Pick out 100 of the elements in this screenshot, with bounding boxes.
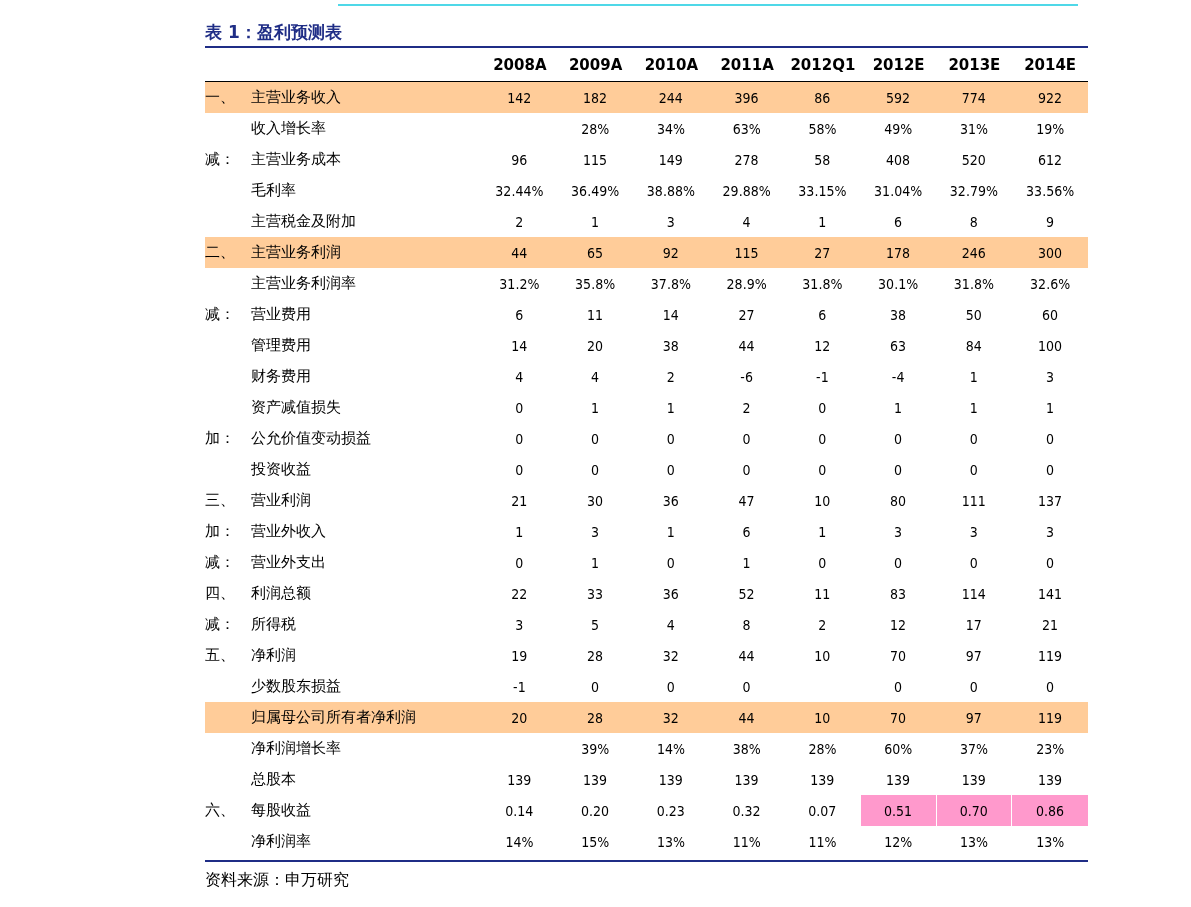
table-cell-text: 15%: [580, 832, 611, 852]
table-cell-text: 0: [514, 398, 525, 418]
table-cell-text: 10: [813, 708, 832, 728]
row-label: 净利润: [251, 645, 297, 666]
table-cell-text: 4: [741, 212, 752, 232]
table-cell-text: 6: [817, 305, 828, 325]
table-cell-text: 115: [582, 150, 609, 170]
table-cell-text: 0: [741, 460, 752, 480]
table-cell-text: 3: [1045, 522, 1056, 542]
table-cell-text: 592: [885, 88, 912, 108]
table-cell-text: 2: [817, 615, 828, 635]
table-cell-text: 0: [514, 429, 525, 449]
table-cell-text: 28%: [580, 119, 611, 139]
column-header: 2008A: [492, 54, 548, 76]
table-cell-text: 70: [889, 646, 908, 666]
table-cell-text: 0: [817, 429, 828, 449]
table-cell-text: 0.32: [731, 801, 762, 821]
table-cell-text: 119: [1037, 708, 1064, 728]
table-cell-text: 0: [590, 677, 601, 697]
table-cell-text: 10: [813, 646, 832, 666]
table-cell-text: 0: [1045, 460, 1056, 480]
table-cell-text: 0: [1045, 429, 1056, 449]
row-label: 净利润增长率: [251, 738, 342, 759]
row-label: 净利润率: [251, 831, 312, 852]
table-cell-text: 20: [586, 336, 605, 356]
column-header: 2011A: [719, 54, 775, 76]
table-cell-text: 32: [661, 708, 680, 728]
table-cell-text: 1: [590, 212, 601, 232]
table-cell-text: 80: [889, 491, 908, 511]
table-cell-text: 0: [893, 429, 904, 449]
table-cell-text: 3: [514, 615, 525, 635]
table-cell-text: 31.8%: [952, 274, 995, 294]
table-cell-text: 60%: [883, 739, 914, 759]
table-cell-text: 0: [514, 460, 525, 480]
table-cell-text: 182: [582, 88, 609, 108]
table-cell-text: 0: [968, 553, 979, 573]
table-cell-text: 6: [514, 305, 525, 325]
table-cell-text: 96: [510, 150, 529, 170]
table-cell-text: 0: [741, 429, 752, 449]
source-note: 资料来源：申万研究: [205, 870, 349, 889]
table-cell-text: 1: [817, 522, 828, 542]
column-header: 2009A: [567, 54, 624, 76]
table-cell-text: 84: [964, 336, 983, 356]
table-cell-text: 1: [665, 398, 676, 418]
row-label: 主营业务利润率: [251, 273, 357, 294]
table-cell-text: 0: [817, 398, 828, 418]
row-prefix: 三、: [205, 490, 236, 511]
table-cell-text: 0: [665, 553, 676, 573]
table-cell-text: 1: [590, 553, 601, 573]
row-label: 少数股东损益: [251, 676, 342, 697]
table-cell-text: 1: [968, 398, 979, 418]
table-cell-text: 20: [510, 708, 529, 728]
row-prefix: 加：: [205, 521, 236, 542]
table-cell-text: 139: [1037, 770, 1064, 790]
row-label: 管理费用: [251, 335, 312, 356]
table-cell-text: 37.8%: [649, 274, 692, 294]
table-cell-text: 32.6%: [1029, 274, 1072, 294]
table-cell-text: 1: [1045, 398, 1056, 418]
table-cell-text: 12: [889, 615, 908, 635]
table-cell-text: 1: [741, 553, 752, 573]
row-label: 资产减值损失: [251, 397, 342, 418]
table-cell-text: -4: [890, 367, 906, 387]
table-cell-text: 63%: [731, 119, 762, 139]
table-cell-text: 0.23: [655, 801, 686, 821]
table-cell-text: 11%: [731, 832, 762, 852]
row-label: 主营业务成本: [251, 149, 342, 170]
table-cell-text: 36: [661, 491, 680, 511]
row-prefix: 一、: [205, 87, 236, 108]
table-cell-text: 0.14: [504, 801, 535, 821]
table-cell-text: 139: [582, 770, 609, 790]
table-cell-text: 0: [665, 677, 676, 697]
table-cell-text: 31.8%: [801, 274, 844, 294]
table-cell-text: 0: [665, 429, 676, 449]
table-cell-text: 36: [661, 584, 680, 604]
table-cell-text: 29.88%: [721, 181, 772, 201]
table-cell-text: 4: [514, 367, 525, 387]
table-cell-text: 119: [1037, 646, 1064, 666]
table-cell-text: 27: [737, 305, 756, 325]
table-cell-text: 86: [813, 88, 832, 108]
table-cell-text: 12%: [883, 832, 914, 852]
row-label: 财务费用: [251, 366, 312, 387]
table-cell-text: 115: [733, 243, 760, 263]
table-cell-text: 612: [1037, 150, 1064, 170]
row-label: 所得税: [251, 614, 297, 635]
table-cell-text: 11: [813, 584, 832, 604]
table-title: 表 1：盈利预测表: [205, 18, 1088, 48]
table-cell-text: 10: [813, 491, 832, 511]
table-cell-text: 4: [590, 367, 601, 387]
table-cell-text: 47: [737, 491, 756, 511]
table-cell-text: 14%: [655, 739, 686, 759]
table-cell-text: 0: [514, 553, 525, 573]
table-cell-text: 38%: [731, 739, 762, 759]
table-cell-text: 32.79%: [948, 181, 999, 201]
table-cell-text: 33.15%: [797, 181, 848, 201]
table-cell-text: 33.56%: [1025, 181, 1076, 201]
table-cell-text: 36.49%: [570, 181, 621, 201]
table-cell-text: 0: [968, 460, 979, 480]
table-cell-text: 44: [737, 646, 756, 666]
table-cell-text: 8: [741, 615, 752, 635]
table-cell-text: 44: [737, 336, 756, 356]
